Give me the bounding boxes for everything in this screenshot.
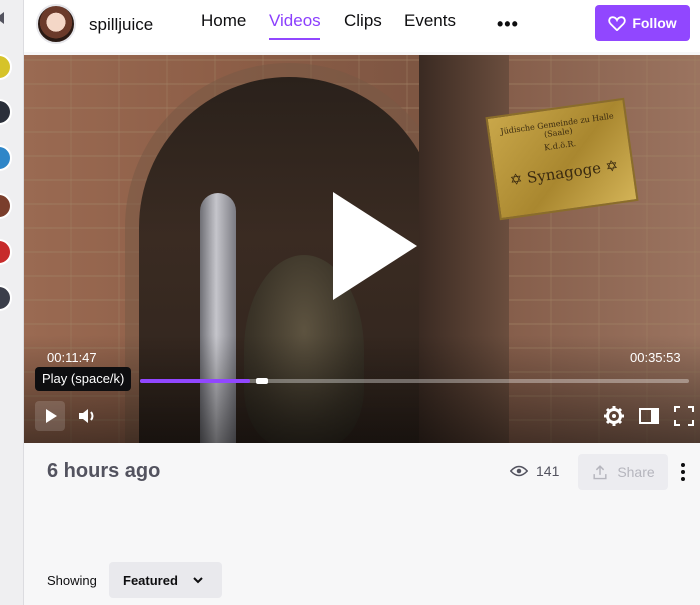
duration: 00:35:53 — [630, 350, 681, 365]
fullscreen-icon[interactable] — [669, 401, 699, 431]
channel-name[interactable]: spilljuice — [89, 15, 153, 35]
plaque-line-3: ✡ Synagoge ✡ — [508, 156, 620, 190]
chevron-down-icon — [193, 577, 203, 584]
nav-clips[interactable]: Clips — [344, 11, 382, 31]
channel-header: spilljuice Home Videos Clips Events ••• … — [24, 0, 700, 52]
play-tooltip: Play (space/k) — [35, 367, 132, 391]
seek-bar-played — [140, 379, 250, 383]
current-time: 00:11:47 — [47, 350, 97, 365]
video-frame-plaque: Jüdische Gemeinde zu Halle (Saale) K.d.ö… — [485, 97, 639, 221]
showing-label: Showing — [47, 573, 97, 588]
collapse-left-icon[interactable] — [0, 12, 4, 24]
followed-channel-avatar[interactable] — [0, 285, 12, 311]
sort-dropdown-value: Featured — [123, 572, 178, 588]
heart-icon — [608, 16, 627, 31]
video-player[interactable]: Jüdische Gemeinde zu Halle (Saale) K.d.ö… — [24, 55, 700, 443]
play-icon[interactable] — [35, 401, 65, 431]
follow-button[interactable]: Follow — [595, 5, 690, 41]
more-horizontal-icon[interactable]: ••• — [497, 14, 519, 35]
view-count: 141 — [510, 463, 559, 479]
view-count-value: 141 — [536, 463, 560, 479]
followed-channel-avatar[interactable] — [0, 145, 12, 171]
followed-channel-avatar[interactable] — [0, 54, 12, 80]
followed-channels-rail — [0, 0, 24, 605]
eye-icon — [510, 465, 528, 477]
nav-videos[interactable]: Videos — [269, 11, 321, 31]
followed-channel-avatar[interactable] — [0, 193, 12, 219]
theater-mode-icon[interactable] — [634, 401, 664, 431]
posted-time: 6 hours ago — [47, 460, 161, 482]
share-label: Share — [617, 464, 655, 480]
nav-home[interactable]: Home — [201, 11, 246, 31]
active-tab-indicator — [269, 38, 320, 40]
big-play-icon[interactable] — [333, 192, 417, 300]
gear-icon[interactable] — [599, 401, 629, 431]
seek-bar-buffered — [255, 378, 268, 384]
share-icon — [593, 465, 607, 480]
sort-dropdown[interactable]: Featured — [109, 562, 222, 598]
channel-avatar[interactable] — [36, 4, 76, 44]
volume-icon[interactable] — [72, 401, 102, 431]
share-button[interactable]: Share — [578, 454, 668, 490]
nav-events[interactable]: Events — [404, 11, 456, 31]
seek-bar[interactable] — [140, 378, 689, 384]
followed-channel-avatar[interactable] — [0, 239, 12, 265]
more-vertical-icon[interactable] — [678, 460, 688, 484]
followed-channel-avatar[interactable] — [0, 99, 12, 125]
follow-label: Follow — [632, 15, 677, 31]
